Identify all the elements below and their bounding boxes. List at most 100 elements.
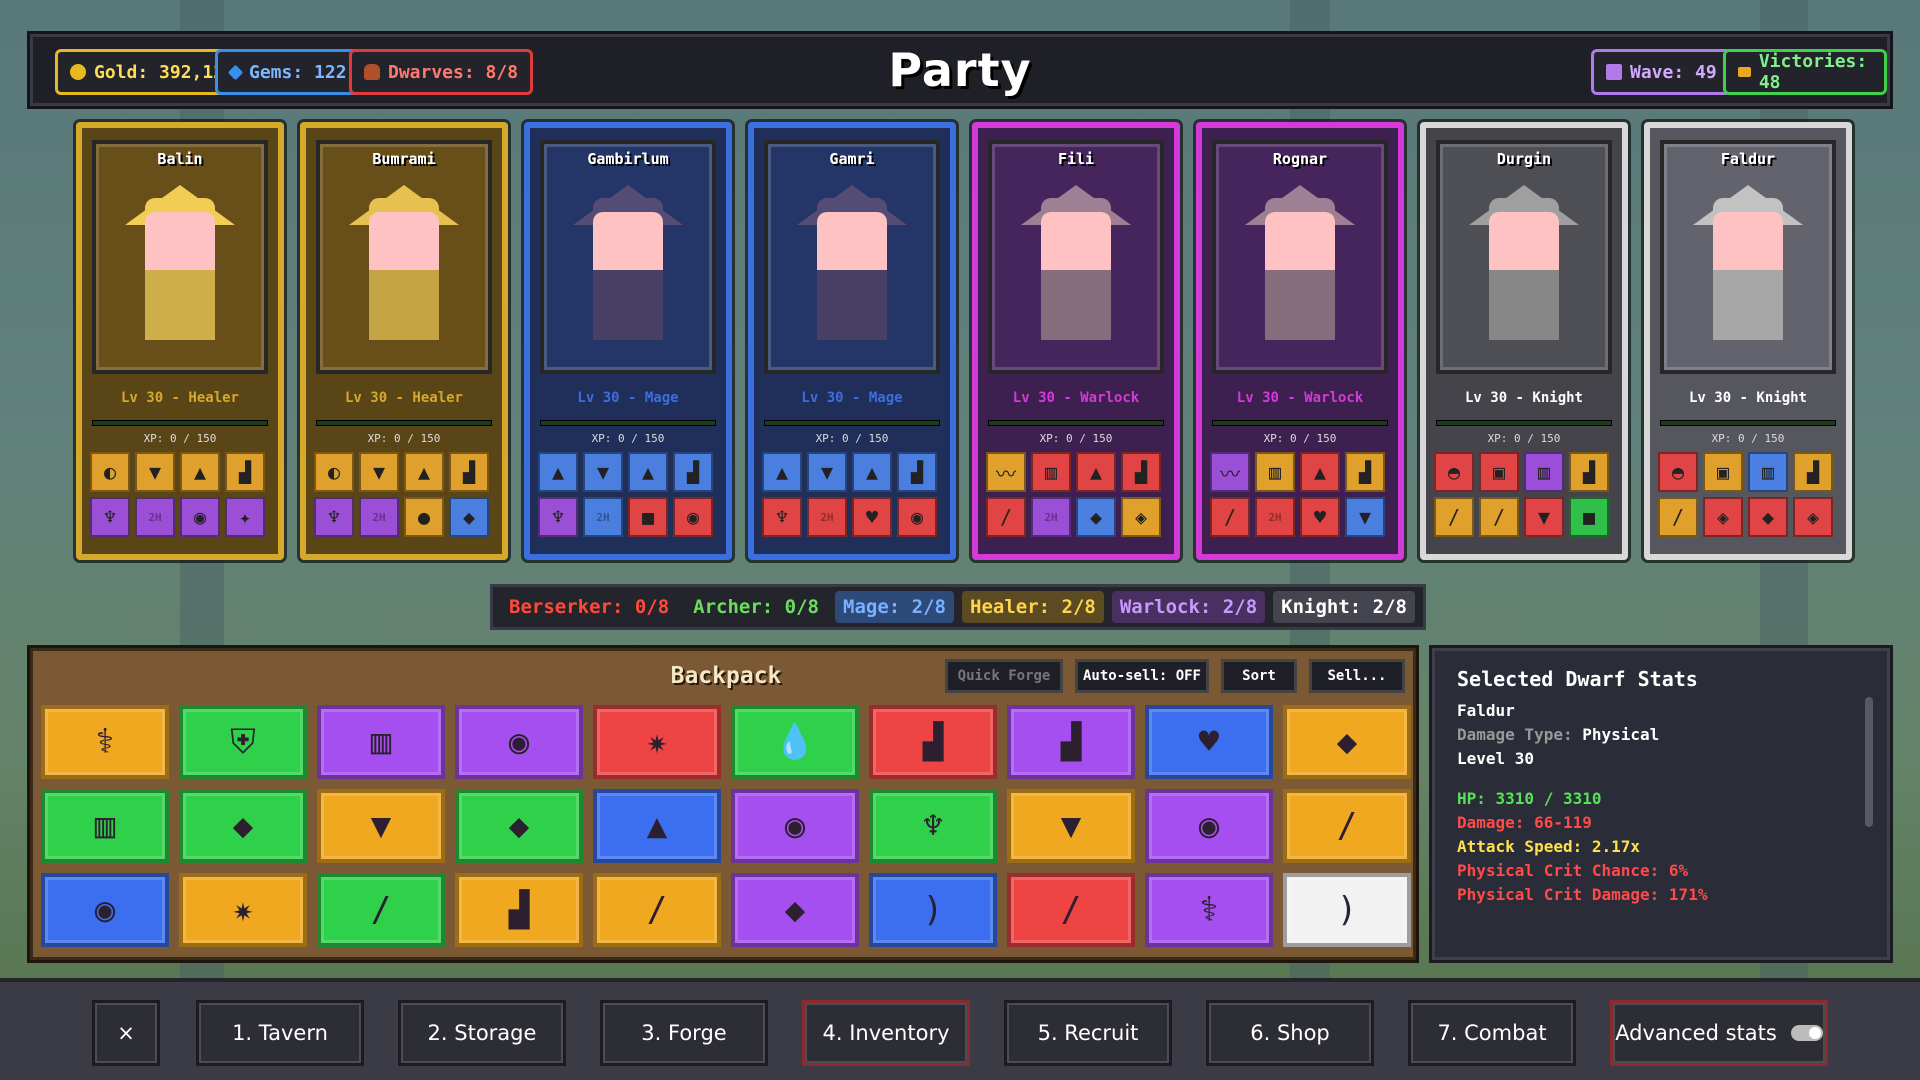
equip-slot[interactable]: 2H (135, 497, 175, 537)
toggle-switch[interactable] (1790, 1025, 1823, 1041)
equip-slot[interactable]: ▲ (180, 452, 220, 492)
nav-recruit[interactable]: 5. Recruit (1004, 1000, 1172, 1066)
equip-slot[interactable]: ▼ (1524, 497, 1564, 537)
equip-slot[interactable]: ◉ (673, 497, 713, 537)
backpack-item[interactable]: ⚕ (1145, 873, 1273, 947)
equip-slot[interactable]: ♆ (538, 497, 578, 537)
equip-slot[interactable]: ♆ (762, 497, 802, 537)
backpack-item[interactable]: ✷ (593, 705, 721, 779)
equip-slot[interactable]: ▟ (1121, 452, 1161, 492)
equip-slot[interactable]: ■ (1569, 497, 1609, 537)
equip-slot[interactable]: ▣ (1479, 452, 1519, 492)
backpack-item[interactable]: ♆ (869, 789, 997, 863)
equip-slot[interactable]: 〰 (1210, 452, 1250, 492)
quick-forge-button[interactable]: Quick Forge (945, 659, 1063, 693)
equip-slot[interactable]: ▣ (1703, 452, 1743, 492)
equip-slot[interactable]: ▲ (1076, 452, 1116, 492)
backpack-item[interactable]: ◆ (455, 789, 583, 863)
equip-slot[interactable]: ■ (628, 497, 668, 537)
dwarf-card[interactable]: Durgin Lv 30 - Knight XP: 0 / 150 ◓ ▣ ▥ ▟ / /… (1420, 122, 1628, 560)
equip-slot[interactable]: 2H (807, 497, 847, 537)
backpack-item[interactable]: ♥ (1145, 705, 1273, 779)
nav-shop[interactable]: 6. Shop (1206, 1000, 1374, 1066)
equip-slot[interactable]: / (1479, 497, 1519, 537)
equip-slot[interactable]: ◉ (897, 497, 937, 537)
backpack-item[interactable]: ⛨ (179, 705, 307, 779)
equip-slot[interactable]: ▟ (1793, 452, 1833, 492)
equip-slot[interactable]: ▲ (1300, 452, 1340, 492)
backpack-item[interactable]: ◉ (731, 789, 859, 863)
backpack-item[interactable]: ▲ (593, 789, 721, 863)
backpack-item[interactable]: ⚕ (41, 705, 169, 779)
equip-slot[interactable]: ▟ (673, 452, 713, 492)
equip-slot[interactable]: / (1658, 497, 1698, 537)
equip-slot[interactable]: ▥ (1031, 452, 1071, 492)
equip-slot[interactable]: / (1434, 497, 1474, 537)
dwarf-card[interactable]: Bumrami Lv 30 - Healer XP: 0 / 150 ◐ ▼ ▲ ▟ ♆… (300, 122, 508, 560)
backpack-item[interactable]: / (593, 873, 721, 947)
equip-slot[interactable]: ◓ (1658, 452, 1698, 492)
equip-slot[interactable]: ◈ (1121, 497, 1161, 537)
equip-slot[interactable]: ♆ (90, 497, 130, 537)
backpack-item[interactable]: ▼ (1007, 789, 1135, 863)
backpack-item[interactable]: / (1283, 789, 1411, 863)
backpack-item[interactable]: ▥ (41, 789, 169, 863)
sell-button[interactable]: Sell... (1309, 659, 1405, 693)
dwarf-card[interactable]: Gamri Lv 30 - Mage XP: 0 / 150 ▲ ▼ ▲ ▟ ♆ 2H ♥ ◉ (748, 122, 956, 560)
equip-slot[interactable]: ♥ (852, 497, 892, 537)
equip-slot[interactable]: ▲ (538, 452, 578, 492)
equip-slot[interactable]: ● (404, 497, 444, 537)
equip-slot[interactable]: 2H (1255, 497, 1295, 537)
equip-slot[interactable]: ◉ (180, 497, 220, 537)
nav-storage[interactable]: 2. Storage (398, 1000, 566, 1066)
equip-slot[interactable]: ▲ (404, 452, 444, 492)
equip-slot[interactable]: ▟ (225, 452, 265, 492)
backpack-item[interactable]: ▟ (1007, 705, 1135, 779)
backpack-item[interactable]: 💧 (731, 705, 859, 779)
equip-slot[interactable]: ▟ (1569, 452, 1609, 492)
equip-slot[interactable]: ▥ (1748, 452, 1788, 492)
backpack-item[interactable]: ) (1283, 873, 1411, 947)
equip-slot[interactable]: ◆ (449, 497, 489, 537)
dwarf-card[interactable]: Gambirlum Lv 30 - Mage XP: 0 / 150 ▲ ▼ ▲ ▟ ♆… (524, 122, 732, 560)
equip-slot[interactable]: 〰 (986, 452, 1026, 492)
equip-slot[interactable]: ✦ (225, 497, 265, 537)
backpack-item[interactable]: ◆ (1283, 705, 1411, 779)
backpack-item[interactable]: ◉ (41, 873, 169, 947)
equip-slot[interactable]: ▼ (583, 452, 623, 492)
backpack-item[interactable]: ▟ (455, 873, 583, 947)
equip-slot[interactable]: ▼ (135, 452, 175, 492)
equip-slot[interactable]: ♆ (314, 497, 354, 537)
equip-slot[interactable]: ▟ (449, 452, 489, 492)
backpack-item[interactable]: ◉ (1145, 789, 1273, 863)
equip-slot[interactable]: ▼ (1345, 497, 1385, 537)
equip-slot[interactable]: 2H (1031, 497, 1071, 537)
equip-slot[interactable]: ▥ (1524, 452, 1564, 492)
nav-combat[interactable]: 7. Combat (1408, 1000, 1576, 1066)
equip-slot[interactable]: ♥ (1300, 497, 1340, 537)
equip-slot[interactable]: / (1210, 497, 1250, 537)
equip-slot[interactable]: ▟ (1345, 452, 1385, 492)
dwarf-card[interactable]: Balin Lv 30 - Healer XP: 0 / 150 ◐ ▼ ▲ ▟ ♆ 2H… (76, 122, 284, 560)
equip-slot[interactable]: ◈ (1703, 497, 1743, 537)
backpack-item[interactable]: ✷ (179, 873, 307, 947)
equip-slot[interactable]: ▥ (1255, 452, 1295, 492)
equip-slot[interactable]: ◐ (314, 452, 354, 492)
backpack-item[interactable]: ◉ (455, 705, 583, 779)
equip-slot[interactable]: ▲ (762, 452, 802, 492)
nav-forge[interactable]: 3. Forge (600, 1000, 768, 1066)
advanced-stats-toggle[interactable]: Advanced stats (1610, 1000, 1828, 1066)
backpack-item[interactable]: ◆ (731, 873, 859, 947)
equip-slot[interactable]: ◐ (90, 452, 130, 492)
equip-slot[interactable]: ◆ (1076, 497, 1116, 537)
backpack-item[interactable]: ▟ (869, 705, 997, 779)
sort-button[interactable]: Sort (1221, 659, 1297, 693)
equip-slot[interactable]: ▼ (807, 452, 847, 492)
equip-slot[interactable]: ▲ (852, 452, 892, 492)
equip-slot[interactable]: 2H (359, 497, 399, 537)
dwarf-card[interactable]: Faldur Lv 30 - Knight XP: 0 / 150 ◓ ▣ ▥ ▟ / ◈… (1644, 122, 1852, 560)
backpack-item[interactable]: ▥ (317, 705, 445, 779)
dwarf-card[interactable]: Fili Lv 30 - Warlock XP: 0 / 150 〰 ▥ ▲ ▟ / 2H… (972, 122, 1180, 560)
backpack-item[interactable]: ) (869, 873, 997, 947)
close-button[interactable]: × (92, 1000, 160, 1066)
